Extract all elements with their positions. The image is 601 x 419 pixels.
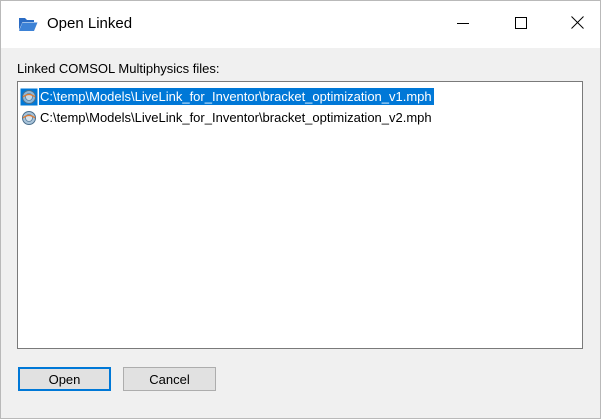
linked-files-list[interactable]: C:\temp\Models\LiveLink_for_Inventor\bra…	[17, 81, 583, 349]
folder-open-icon	[18, 16, 38, 32]
file-path: C:\temp\Models\LiveLink_for_Inventor\bra…	[40, 110, 432, 125]
minimize-icon	[457, 16, 469, 34]
comsol-file-icon	[20, 88, 38, 106]
open-linked-dialog: Open Linked Linked COMSOL Multiphysics f…	[0, 0, 601, 419]
cancel-button[interactable]: Cancel	[123, 367, 216, 391]
window-title: Open Linked	[47, 15, 133, 32]
maximize-button[interactable]	[498, 1, 544, 48]
maximize-icon	[515, 16, 527, 34]
list-item[interactable]: C:\temp\Models\LiveLink_for_Inventor\bra…	[20, 108, 434, 127]
close-button[interactable]	[554, 1, 600, 48]
comsol-file-icon	[20, 109, 38, 127]
title-bar[interactable]: Open Linked	[1, 1, 600, 48]
open-button[interactable]: Open	[18, 367, 111, 391]
list-item[interactable]: C:\temp\Models\LiveLink_for_Inventor\bra…	[20, 87, 434, 106]
minimize-button[interactable]	[440, 1, 486, 48]
linked-files-label: Linked COMSOL Multiphysics files:	[17, 61, 220, 76]
file-path: C:\temp\Models\LiveLink_for_Inventor\bra…	[39, 88, 434, 105]
close-icon	[570, 15, 584, 34]
